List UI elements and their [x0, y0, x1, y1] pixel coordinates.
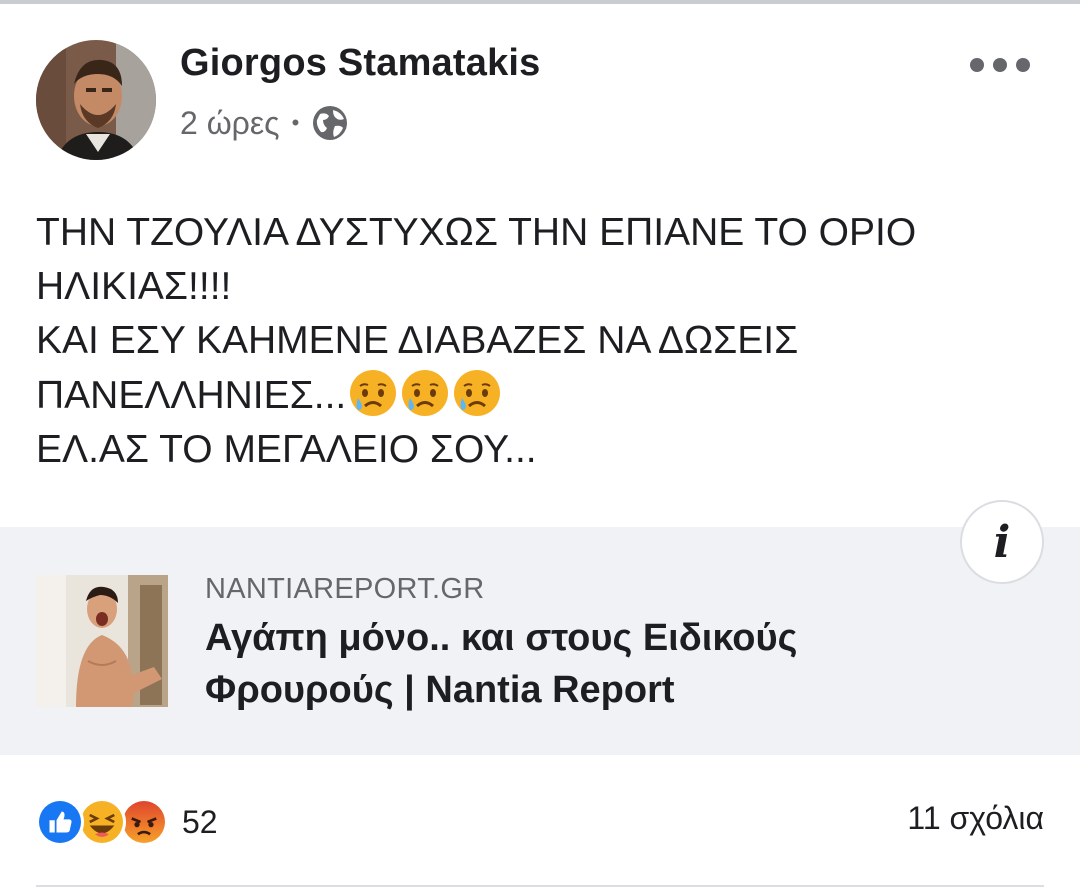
globe-icon[interactable] [311, 104, 349, 142]
haha-icon [78, 798, 126, 846]
thumbnail-image [36, 575, 168, 707]
meta-separator: • [291, 110, 300, 135]
post-text-line-with-emoji: ΠΑΝΕΛΛΗΝΙΕΣ... [36, 368, 1046, 423]
link-thumbnail[interactable] [36, 575, 168, 707]
more-dot [970, 58, 984, 72]
post-text-line: ΗΛΙΚΙΑΣ!!!! [36, 265, 232, 308]
post-meta: 2 ώρες • [180, 101, 349, 145]
author-avatar[interactable] [36, 40, 156, 160]
reactions-summary[interactable]: 52 [36, 796, 218, 848]
top-divider [0, 0, 1080, 4]
link-title[interactable]: Αγάπη μόνο.. και στους Ειδικούς Φρουρούς… [205, 612, 1005, 716]
sad-relieved-emoji-icon [350, 370, 397, 416]
link-domain: NANTIAREPORT.GR [205, 573, 485, 605]
post-text: ΤΗΝ ΤΖΟΥΛΙΑ ΔΥΣΤΥΧΩΣ ΤΗΝ ΕΠΙΑΝΕ ΤΟ ΟΡΙΟ … [36, 206, 1046, 477]
avatar-image [36, 40, 156, 160]
comments-count[interactable]: 11 σχόλια [907, 800, 1044, 837]
link-title-line: Αγάπη μόνο.. και στους Ειδικούς [205, 617, 798, 659]
sad-relieved-emoji-icon [402, 370, 449, 416]
more-dot [1016, 58, 1030, 72]
reaction-count: 52 [182, 803, 218, 840]
author-name[interactable]: Giorgos Stamatakis [180, 42, 541, 85]
more-options-icon[interactable] [970, 50, 1030, 80]
sad-relieved-emoji-icon [454, 370, 501, 416]
post-text-segment: ΠΑΝΕΛΛΗΝΙΕΣ... [36, 374, 347, 417]
bottom-divider [36, 885, 1044, 887]
angry-icon [120, 798, 168, 846]
post-text-line: ΚΑΙ ΕΣΥ ΚΑΗΜΕΝΕ ΔΙΑΒΑΖΕΣ ΝΑ ΔΩΣΕΙΣ [36, 319, 799, 362]
post-text-line: ΤΗΝ ΤΖΟΥΛΙΑ ΔΥΣΤΥΧΩΣ ΤΗΝ ΕΠΙΑΝΕ ΤΟ ΟΡΙΟ [36, 211, 917, 254]
link-title-line: Φρουρούς | Nantia Report [205, 669, 675, 711]
post-time[interactable]: 2 ώρες [180, 105, 280, 142]
post-text-line: ΕΛ.ΑΣ ΤΟ ΜΕΓΑΛΕΙΟ ΣΟΥ... [36, 428, 537, 471]
info-icon[interactable]: i [960, 500, 1044, 584]
like-icon [36, 798, 84, 846]
more-dot [993, 58, 1007, 72]
